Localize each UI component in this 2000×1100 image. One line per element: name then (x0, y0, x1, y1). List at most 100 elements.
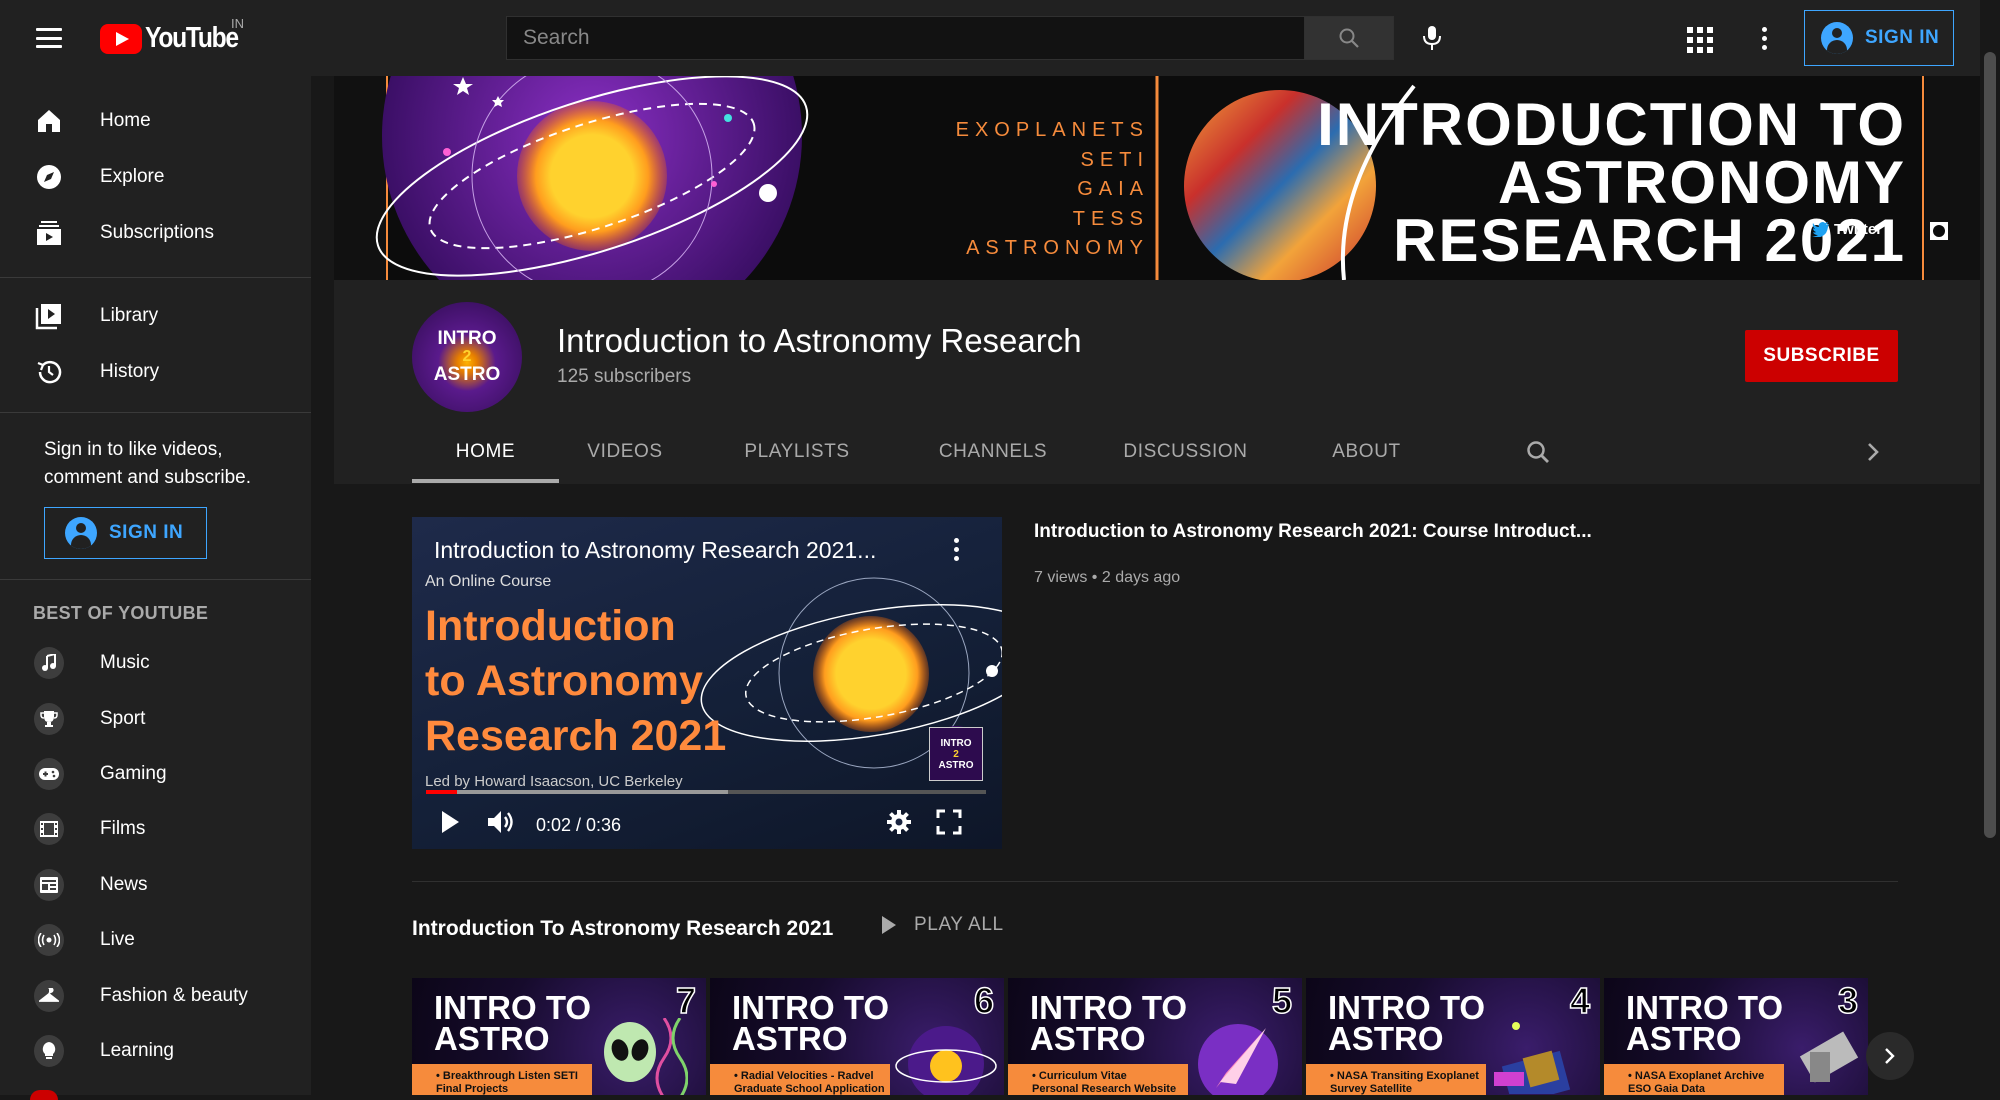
play-all-label: PLAY ALL (914, 914, 1004, 935)
search-input[interactable] (507, 17, 1305, 59)
subscriptions-icon (34, 218, 64, 248)
scrollbar-thumb[interactable] (1984, 52, 1996, 838)
tabs-next-button[interactable] (1848, 425, 1898, 479)
sidebar-item-music[interactable]: Music (0, 636, 311, 690)
thumbnail-heading: INTRO TO ASTRO (434, 989, 592, 1057)
tab-home[interactable]: HOME (412, 425, 559, 479)
subscribe-button[interactable]: SUBSCRIBE (1745, 330, 1898, 382)
banner-topic: SETI (1080, 148, 1149, 171)
live-icon (34, 924, 64, 956)
thumbnail-caption: • Curriculum Vitae Personal Research Web… (1008, 1064, 1188, 1095)
sign-in-label: SIGN IN (109, 522, 184, 543)
badge-text: 2 (953, 748, 959, 760)
sidebar-item-films[interactable]: Films (0, 802, 311, 856)
sidebar-sign-in-button[interactable]: SIGN IN (44, 507, 207, 559)
hamburger-menu-icon[interactable] (32, 22, 66, 54)
episode-number: 7 (675, 979, 697, 1022)
play-all-button[interactable]: PLAY ALL (880, 914, 1004, 936)
banner-link-twitter[interactable]: Twitter (1812, 221, 1882, 238)
episode-number: 3 (1837, 979, 1859, 1022)
sidebar-item-subscriptions[interactable]: Subscriptions (0, 206, 311, 260)
tab-channels[interactable]: CHANNELS (911, 425, 1075, 479)
thumbnail-heading: INTRO TO ASTRO (1030, 989, 1188, 1057)
tab-videos[interactable]: VIDEOS (562, 425, 688, 479)
channel-search-button[interactable] (1508, 425, 1568, 479)
sign-in-label: SIGN IN (1865, 27, 1940, 48)
sidebar-item-news[interactable]: News (0, 858, 311, 912)
apps-grid-icon[interactable] (1682, 22, 1714, 54)
sidebar-item-library[interactable]: Library (0, 289, 311, 343)
player-title[interactable]: Introduction to Astronomy Research 2021.… (434, 537, 876, 564)
sidebar-item-home[interactable]: Home (0, 94, 311, 148)
settings-button[interactable] (886, 809, 914, 839)
shelf-next-button[interactable] (1866, 1032, 1914, 1080)
hanger-icon (34, 980, 64, 1012)
thumbnail-heading: INTRO TO ASTRO (732, 989, 890, 1057)
sign-in-button[interactable]: SIGN IN (1804, 10, 1954, 66)
playlist-video-thumbnail[interactable]: INTRO TO ASTRO 4 • NASA Transiting Exopla… (1306, 978, 1600, 1095)
banner-headline-line: INTRODUCTION TO (1317, 91, 1906, 158)
thumbnail-channel-badge: INTRO 2 ASTRO (929, 727, 983, 781)
search-button[interactable] (1304, 16, 1394, 60)
time-display: 0:02 / 0:36 (536, 815, 622, 835)
channel-avatar[interactable]: INTRO 2 ASTRO (412, 302, 522, 412)
top-bar: YouTube IN SIGN IN (0, 0, 2000, 76)
page-scrollbar[interactable] (1980, 0, 2000, 1095)
play-button[interactable] (438, 809, 466, 839)
music-icon (34, 647, 64, 679)
voice-search-button[interactable] (1410, 16, 1454, 60)
youtube-play-icon (100, 23, 142, 54)
settings-more-icon[interactable] (1752, 20, 1776, 56)
episode-number: 6 (973, 979, 995, 1022)
playlist-video-thumbnail[interactable]: INTRO TO ASTRO 3 • NASA Exoplanet Archive… (1604, 978, 1868, 1095)
fullscreen-button[interactable] (936, 809, 964, 839)
trophy-icon (34, 703, 64, 735)
library-icon (34, 301, 64, 331)
player-menu-icon[interactable] (946, 535, 966, 563)
satellite-icon (1494, 1022, 1571, 1094)
playlist-shelf-title[interactable]: Introduction To Astronomy Research 2021 (412, 917, 833, 941)
avatar-text: INTRO (437, 328, 497, 349)
account-icon (65, 517, 97, 549)
playlist-video-thumbnail[interactable]: INTRO TO ASTRO 7 • Breakthrough Listen SE… (412, 978, 706, 1095)
thumbnail-heading: INTRO TO ASTRO (1328, 989, 1486, 1057)
progress-bar[interactable] (426, 790, 986, 794)
news-icon (34, 869, 64, 901)
thumbnail-caption: • NASA Exoplanet Archive ESO Gaia Data (1604, 1064, 1784, 1095)
sidebar-item-sport[interactable]: Sport (0, 692, 311, 746)
signin-prompt: Sign in to like videos, comment and subs… (44, 439, 251, 488)
avatar-text: 2 (462, 348, 472, 365)
featured-video-title[interactable]: Introduction to Astronomy Research 2021:… (1034, 521, 1592, 543)
sidebar-item-explore[interactable]: Explore (0, 150, 311, 204)
main-content: EXOPLANETS SETI GAIA TESS ASTRONOMY INTR… (334, 76, 1980, 1095)
sidebar-divider (0, 579, 311, 580)
sidebar-item-learning[interactable]: Learning (0, 1024, 311, 1078)
channel-banner: EXOPLANETS SETI GAIA TESS ASTRONOMY INTR… (334, 76, 1980, 346)
sidebar: Home Explore Subscriptions Library Histo… (0, 76, 311, 1100)
sidebar-item-label: Learning (100, 1040, 174, 1061)
sidebar-item-fashion-beauty[interactable]: Fashion & beauty (0, 969, 311, 1023)
telescope-icon (1799, 1031, 1859, 1083)
search-icon (1339, 28, 1359, 48)
playlist-video-thumbnail[interactable]: INTRO TO ASTRO 6 • Radial Velocities - Ra… (710, 978, 1004, 1095)
youtube-logo[interactable]: YouTube IN (100, 16, 254, 55)
tab-about[interactable]: ABOUT (1301, 425, 1432, 479)
gear-icon (887, 810, 911, 834)
film-icon (34, 813, 64, 845)
playlist-video-thumbnail[interactable]: INTRO TO ASTRO 5 • Curriculum Vitae Perso… (1008, 978, 1302, 1095)
chevron-right-icon (1885, 1048, 1895, 1064)
sidebar-item-label: News (100, 874, 148, 895)
tab-discussion[interactable]: DISCUSSION (1102, 425, 1269, 479)
sidebar-item-history[interactable]: History (0, 345, 311, 399)
sidebar-item-label: Library (100, 305, 159, 326)
play-icon (442, 811, 459, 833)
tab-playlists[interactable]: PLAYLISTS (722, 425, 872, 479)
gamepad-icon (34, 758, 64, 790)
sidebar-item-live[interactable]: Live (0, 913, 311, 967)
featured-video-player[interactable]: Introduction to Astronomy Research 2021.… (412, 517, 1002, 849)
banner-topics: EXOPLANETS SETI GAIA TESS ASTRONOMY (914, 116, 1149, 264)
sidebar-item-gaming[interactable]: Gaming (0, 747, 311, 801)
mute-button[interactable] (486, 809, 518, 839)
sidebar-item-label: History (100, 361, 160, 382)
sidebar-item-label: Sport (100, 708, 146, 729)
